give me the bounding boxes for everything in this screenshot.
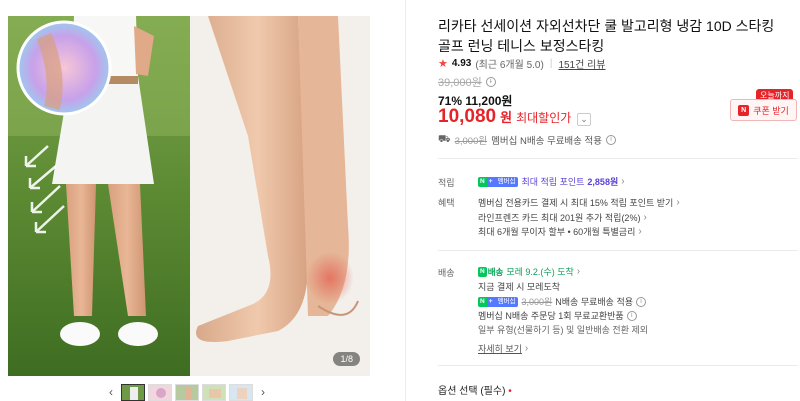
info-icon[interactable]: i bbox=[636, 296, 647, 307]
points-line[interactable]: N + 멤버십 최대 적립 포인트 2,858원 › bbox=[478, 175, 625, 188]
required-mark: • bbox=[508, 386, 512, 397]
thumbnail-1[interactable] bbox=[121, 384, 145, 401]
rating-row: ★ 4.93 (최근 6개월 5.0) | 151건 리뷰 bbox=[438, 56, 606, 71]
product-gallery: 1/8 ‹ › bbox=[0, 0, 405, 401]
thumbnail-2[interactable] bbox=[148, 384, 172, 401]
benefit-line-2[interactable]: 라인프렌즈 카드 최대 201원 추가 적립(2%) › bbox=[478, 211, 647, 224]
delivery-label: 배송 bbox=[438, 268, 455, 278]
final-price-unit: 원 bbox=[500, 110, 513, 125]
shipping-summary-text: 멤버십 N배송 무료배송 적용 bbox=[491, 136, 603, 147]
coupon-n-icon: N bbox=[738, 104, 750, 116]
chevron-down-icon[interactable]: ⌄ bbox=[577, 113, 591, 126]
benefit-line-1[interactable]: 멤버십 전용카드 결제 시 최대 15% 적립 포인트 받기 › bbox=[478, 196, 680, 209]
truck-icon: ⛟ bbox=[438, 133, 451, 145]
panel-divider bbox=[405, 0, 406, 401]
shipping-summary: ⛟ 3,000원 멤버십 N배송 무료배송 적용 i bbox=[438, 133, 617, 147]
product-title: 리카타 선세이션 자외선차단 쿨 발고리형 냉감 10D 스타킹 골프 런닝 테… bbox=[438, 18, 775, 54]
info-icon[interactable]: i bbox=[626, 310, 637, 321]
chevron-right-icon: › bbox=[524, 343, 529, 354]
star-icon: ★ bbox=[438, 58, 448, 70]
delivery-line-3: N + 멤버십 3,000원 N배송 무료배송 적용 i bbox=[478, 295, 647, 308]
section-divider bbox=[438, 250, 798, 251]
chevron-right-icon: › bbox=[643, 212, 647, 223]
thumbnail-3[interactable] bbox=[175, 384, 199, 401]
npay-membership-badge: N + 멤버십 bbox=[478, 296, 519, 307]
rating-score: 4.93 bbox=[451, 58, 472, 69]
max-discount-label[interactable]: 최대할인가 bbox=[516, 109, 571, 126]
delivery-line-5: 일부 유형(선물하기 등) 및 일반배송 전환 제외 bbox=[478, 325, 649, 335]
points-text: 최대 적립 포인트 bbox=[521, 177, 585, 187]
original-price-row: 39,000원 i bbox=[438, 74, 496, 90]
benefit-line-3[interactable]: 최대 6개월 무이자 할부 • 60개월 특별금리 › bbox=[478, 225, 642, 238]
delivery-eta-line[interactable]: N 배송 모레 9.2.(수) 도착 › bbox=[478, 265, 580, 278]
chevron-right-icon: › bbox=[621, 176, 625, 187]
thumbnail-5[interactable] bbox=[229, 384, 253, 401]
divider: | bbox=[549, 58, 553, 69]
option-select-label[interactable]: 옵션 선택 (필수) • bbox=[438, 382, 512, 397]
info-icon[interactable]: i bbox=[606, 135, 617, 145]
main-product-image[interactable]: 1/8 bbox=[8, 16, 370, 376]
section-divider bbox=[438, 158, 798, 159]
n-delivery-badge: N 배송 bbox=[478, 266, 504, 277]
benefits-label: 혜택 bbox=[438, 198, 455, 208]
points-amount: 2,858원 bbox=[587, 177, 619, 187]
product-info-panel: 리카타 선세이션 자외선차단 쿨 발고리형 냉감 10D 스타킹 골프 런닝 테… bbox=[438, 0, 800, 401]
chevron-right-icon: › bbox=[676, 197, 680, 208]
shipping-struck-fee: 3,000원 bbox=[454, 136, 488, 147]
image-counter: 1/8 bbox=[333, 352, 360, 366]
thumbnail-4[interactable] bbox=[202, 384, 226, 401]
original-price: 39,000원 bbox=[438, 77, 482, 89]
delivery-more[interactable]: 자세히 보기 › bbox=[478, 342, 528, 355]
delivery-line-2: 지금 결제 시 모레도착 bbox=[478, 282, 561, 292]
delivery-line-4: 멤버십 N배송 주문당 1회 무료교환반품 i bbox=[478, 309, 637, 322]
chevron-right-icon: › bbox=[638, 226, 642, 237]
final-price: 10,080 bbox=[438, 106, 497, 127]
chevron-left-icon[interactable]: ‹ bbox=[104, 384, 118, 401]
rating-recent: (최근 6개월 5.0) bbox=[475, 60, 544, 71]
chevron-right-icon[interactable]: › bbox=[256, 384, 270, 401]
final-price-row: 10,080 원 최대할인가 ⌄ bbox=[438, 106, 591, 128]
section-divider bbox=[438, 365, 798, 366]
thumbnail-strip: ‹ › bbox=[104, 384, 270, 401]
product-photo bbox=[8, 16, 370, 376]
points-label: 적립 bbox=[438, 178, 455, 188]
coupon-button-label: 쿠폰 받기 bbox=[753, 105, 789, 116]
coupon-button[interactable]: N 쿠폰 받기 bbox=[730, 99, 797, 121]
npay-membership-badge: N + 멤버십 bbox=[478, 176, 519, 187]
delivery-eta: 모레 9.2.(수) 도착 bbox=[506, 267, 574, 277]
more-details-link[interactable]: 자세히 보기 bbox=[478, 342, 522, 355]
review-count-link[interactable]: 151건 리뷰 bbox=[558, 56, 605, 71]
chevron-right-icon: › bbox=[576, 266, 581, 277]
info-icon[interactable]: i bbox=[485, 77, 496, 87]
